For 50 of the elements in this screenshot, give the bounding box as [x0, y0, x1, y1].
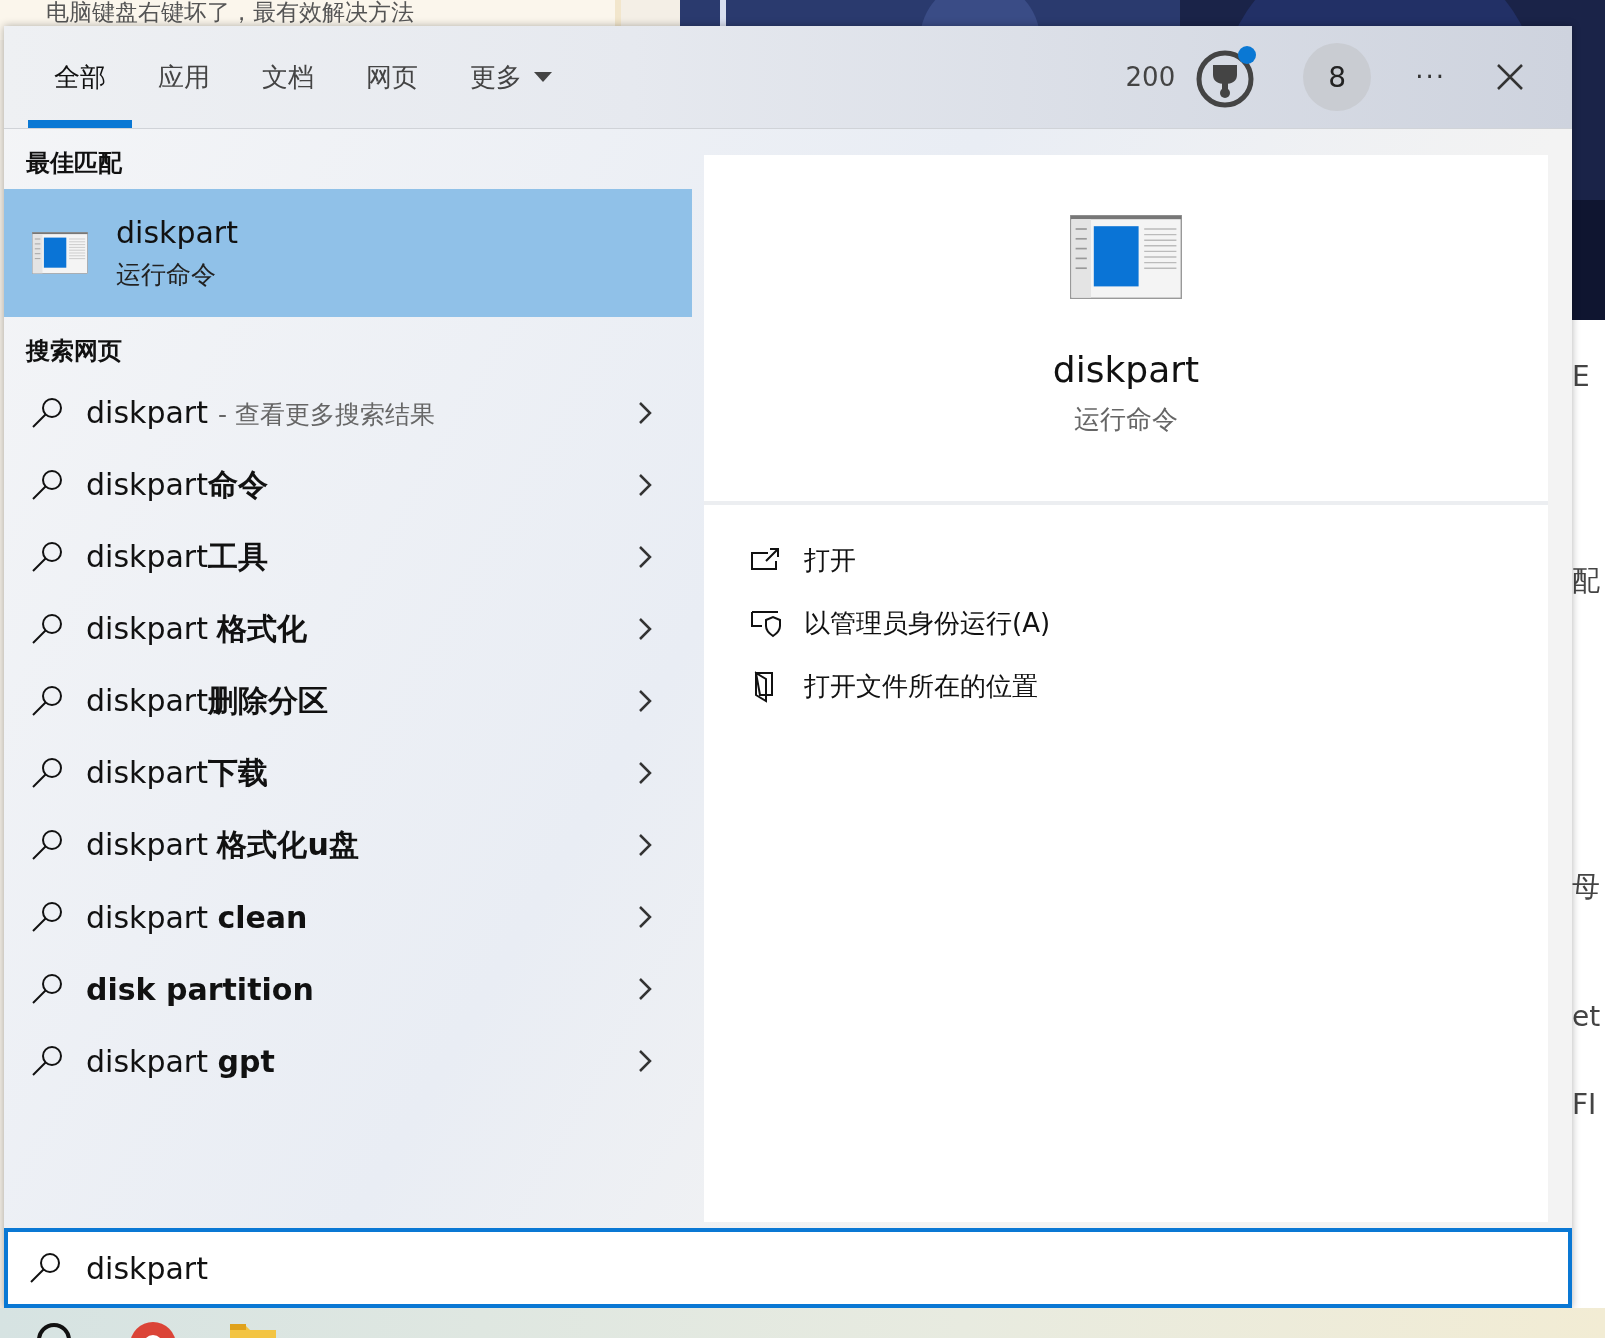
webpage-text: E [1572, 360, 1590, 393]
filter-tab[interactable]: 文档 [236, 26, 340, 128]
chevron-right-icon[interactable] [638, 473, 652, 497]
app-window-icon [32, 232, 88, 274]
app-window-icon [1070, 215, 1182, 299]
action-link[interactable]: 以管理员身份运行(A) [804, 606, 1051, 641]
rewards-points: 200 [1125, 62, 1176, 92]
webpage-text: et [1572, 1000, 1601, 1033]
chevron-right-icon[interactable] [638, 545, 652, 569]
search-field[interactable]: diskpart [4, 1228, 1572, 1308]
chevron-right-icon[interactable] [638, 761, 652, 785]
filter-tab[interactable]: 全部 [28, 26, 132, 128]
web-suggestion[interactable]: diskpart - 查看更多搜索结果 [86, 395, 638, 431]
chevron-right-icon[interactable] [638, 401, 652, 425]
caret-icon [534, 72, 552, 82]
webpage-text: FI [1572, 1088, 1597, 1121]
result-title: diskpart [116, 215, 238, 250]
close-icon[interactable] [1496, 63, 1524, 91]
chevron-right-icon[interactable] [638, 905, 652, 929]
chevron-right-icon[interactable] [638, 977, 652, 1001]
chevron-right-icon[interactable] [638, 1049, 652, 1073]
web-suggestion[interactable]: diskpart删除分区 [86, 680, 638, 722]
account-avatar[interactable]: 8 [1303, 43, 1372, 111]
filter-tab[interactable]: 更多 [444, 26, 578, 128]
shield-icon [750, 609, 782, 638]
web-suggestion[interactable]: disk partition [86, 971, 638, 1007]
chevron-right-icon[interactable] [638, 689, 652, 713]
more-options[interactable]: ··· [1415, 62, 1446, 92]
filter-tab[interactable]: 网页 [340, 26, 444, 128]
article-headline: 电脑键盘右键坏了，最有效解决方法 [46, 1, 414, 24]
webpage-text: 配 [1572, 563, 1600, 599]
web-suggestion[interactable]: diskpart下载 [86, 752, 638, 794]
web-suggestion[interactable]: diskpart工具 [86, 536, 638, 578]
result-type: 运行命令 [116, 259, 217, 291]
web-suggestion[interactable]: diskpart gpt [86, 1043, 638, 1079]
web-suggestion[interactable]: diskpart命令 [86, 464, 638, 506]
web-suggestion[interactable]: diskpart clean [86, 899, 638, 935]
filter-tab[interactable]: 应用 [132, 26, 236, 128]
web-suggestion[interactable]: diskpart 格式化u盘 [86, 824, 638, 866]
preview-type: 运行命令 [1074, 403, 1178, 436]
action-link[interactable]: 打开文件所在的位置 [804, 669, 1038, 704]
section-heading: 最佳匹配 [25, 148, 123, 179]
chevron-right-icon[interactable] [638, 833, 652, 857]
action-link[interactable]: 打开 [804, 543, 856, 578]
section-heading: 搜索网页 [24, 336, 123, 367]
preview-title: diskpart [1052, 349, 1200, 390]
webpage-text: 母 [1572, 869, 1600, 905]
web-suggestion[interactable]: diskpart 格式化 [86, 608, 638, 650]
chevron-right-icon[interactable] [638, 617, 652, 641]
best-match-item[interactable]: diskpart 运行命令 [4, 189, 692, 317]
